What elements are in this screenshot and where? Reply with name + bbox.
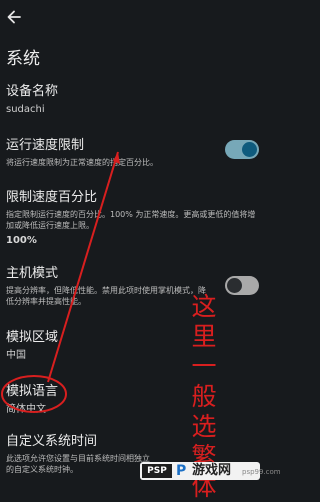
setting-value: sudachi [6,104,45,115]
watermark-logo: PSP [142,464,172,478]
setting-label: 主机模式 [6,266,59,281]
back-button[interactable] [5,8,23,26]
setting-description: 指定限制运行速度的百分比。100% 为正常速度。更高或更低的值将增加或降低运行速… [6,210,256,230]
console-mode-toggle[interactable] [225,276,259,295]
speed-limit-toggle[interactable] [225,140,259,159]
setting-label: 设备名称 [6,84,59,99]
watermark-letter: P [176,463,187,479]
arrow-left-icon [7,10,21,24]
setting-value: 100% [6,235,37,246]
setting-speed-percent[interactable]: 限制速度百分比 指定限制运行速度的百分比。100% 为正常速度。更高或更低的值将… [6,190,257,246]
watermark: PSP P 游戏网 psp99.com [140,462,281,480]
page-title: 系统 [6,49,40,69]
setting-description: 提高分辨率，但降低性能。禁用此项时使用掌机模式，降低分辨率并提高性能。 [6,286,206,306]
setting-label: 限制速度百分比 [6,190,98,205]
toggle-knob [242,142,257,157]
setting-console-mode[interactable]: 主机模式 提高分辨率，但降低性能。禁用此项时使用掌机模式，降低分辨率并提高性能。 [6,266,213,307]
setting-label: 运行速度限制 [6,138,85,153]
setting-device-name[interactable]: 设备名称 sudachi [6,84,217,116]
watermark-text: 游戏网 [192,463,232,478]
toggle-knob [227,278,242,293]
setting-description: 将运行速度限制为正常速度的指定百分比。 [6,158,158,167]
watermark-url: psp99.com [242,468,281,476]
setting-speed-limit[interactable]: 运行速度限制 将运行速度限制为正常速度的指定百分比。 [6,138,213,168]
setting-description: 此选项允许您设置与目前系统时间相独立的自定义系统时钟。 [6,454,150,474]
